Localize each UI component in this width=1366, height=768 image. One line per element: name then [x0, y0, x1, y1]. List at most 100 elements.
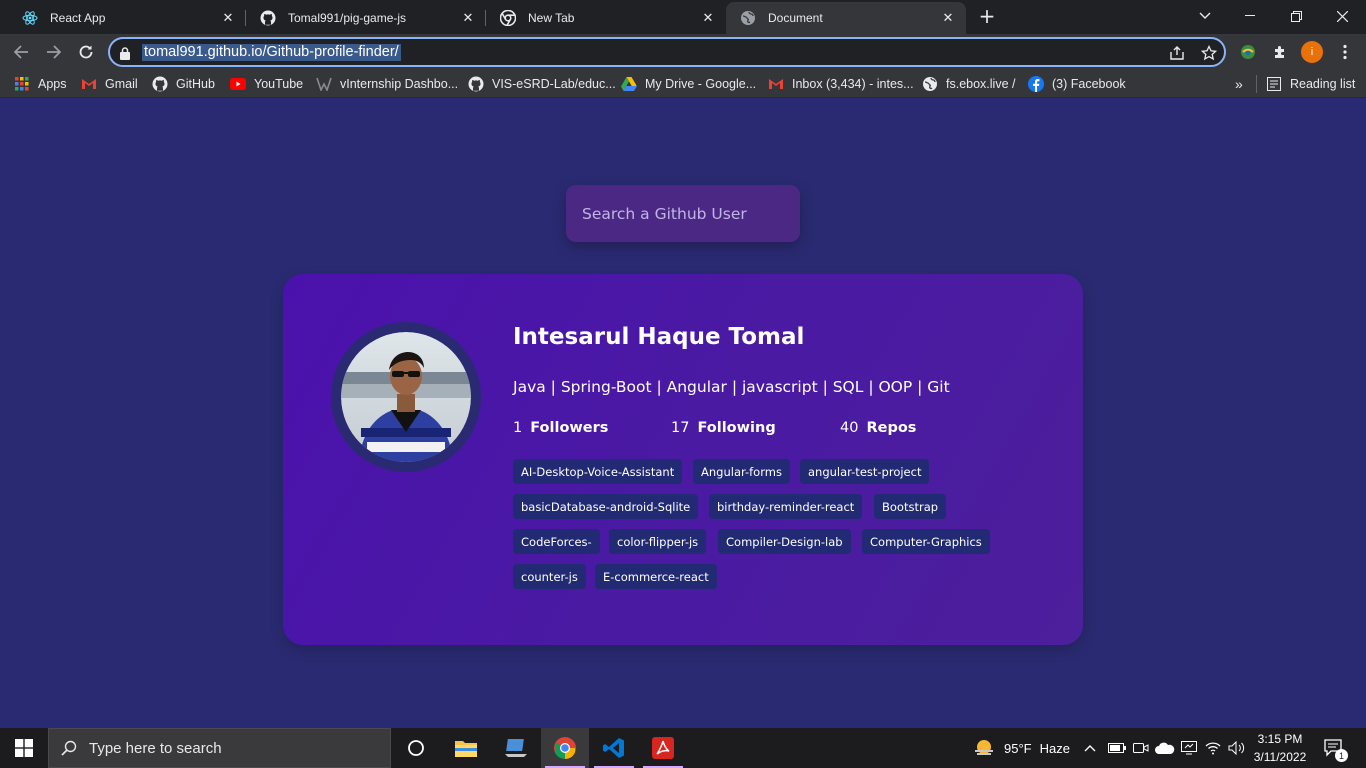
battery-icon[interactable] — [1108, 728, 1126, 768]
repos-count: 40 — [840, 420, 859, 436]
action-center-icon[interactable]: 1 — [1322, 736, 1348, 762]
bookmark-label: (3) Facebook — [1052, 77, 1126, 91]
close-tab-icon[interactable]: ✕ — [220, 10, 236, 26]
repo-tag[interactable]: Computer-Graphics — [862, 529, 990, 554]
bookmark-youtube[interactable]: YouTube — [230, 75, 303, 93]
following-count: 17 — [671, 420, 690, 436]
repo-tag[interactable]: CodeForces- — [513, 529, 600, 554]
extension-globe-icon[interactable] — [1237, 41, 1259, 63]
file-explorer-icon[interactable] — [442, 728, 490, 768]
google-drive-icon — [621, 76, 637, 92]
bookmark-label: YouTube — [254, 77, 304, 91]
menu-kebab-icon[interactable] — [1334, 41, 1356, 63]
bookmark-facebook[interactable]: (3) Facebook — [1028, 75, 1126, 93]
close-tab-icon[interactable]: ✕ — [460, 10, 476, 26]
wifi-icon[interactable] — [1205, 728, 1221, 768]
weather-condition: Haze — [1039, 740, 1070, 756]
repo-tag[interactable]: E-commerce-react — [595, 564, 717, 589]
avatar-frame — [331, 322, 481, 472]
tab-search-chevron-icon[interactable] — [1183, 0, 1227, 32]
chrome-taskbar-icon[interactable] — [541, 728, 589, 768]
globe-icon — [740, 10, 756, 26]
bookmark-vinternship[interactable]: vInternship Dashbo... — [316, 75, 458, 93]
tab-title: Document — [768, 11, 823, 25]
url-text[interactable]: tomal991.github.io/Github-profile-finder… — [142, 44, 401, 61]
bookmark-my-drive[interactable]: My Drive - Google... — [621, 75, 756, 93]
avatar — [341, 332, 471, 462]
gmail-icon — [768, 76, 784, 92]
bookmark-ebox[interactable]: fs.ebox.live / — [922, 75, 1015, 93]
close-tab-icon[interactable]: ✕ — [700, 10, 716, 26]
reading-list-label: Reading list — [1290, 77, 1356, 91]
onedrive-cloud-icon[interactable] — [1155, 728, 1175, 768]
volume-icon[interactable] — [1228, 728, 1246, 768]
profile-card: Intesarul Haque Tomal Java | Spring-Boot… — [283, 274, 1083, 645]
tab-title: New Tab — [528, 11, 575, 25]
bookmark-label: vInternship Dashbo... — [340, 77, 459, 91]
taskbar-search-placeholder: Type here to search — [89, 739, 222, 757]
new-tab-button[interactable]: + — [976, 4, 998, 28]
repo-tag[interactable]: color-flipper-js — [609, 529, 707, 554]
apps-grid-icon — [14, 76, 30, 92]
tab-document[interactable]: Document ✕ — [726, 2, 966, 34]
bookmark-gmail[interactable]: Gmail — [81, 75, 138, 93]
repo-tag[interactable]: AI-Desktop-Voice-Assistant — [513, 459, 683, 484]
windows-start-icon[interactable] — [0, 728, 48, 768]
followers-stat: 1 Followers — [513, 420, 608, 436]
repo-tag[interactable]: counter-js — [513, 564, 586, 589]
notification-count-badge: 1 — [1335, 749, 1348, 762]
bookmark-github[interactable]: GitHub — [152, 75, 215, 93]
tab-title: Tomal991/pig-game-js — [288, 11, 407, 25]
chrome-icon — [500, 10, 516, 26]
address-bar[interactable]: tomal991.github.io/Github-profile-finder… — [108, 37, 1226, 67]
weather-widget[interactable]: 95°F Haze — [972, 728, 1070, 768]
forward-arrow-icon[interactable] — [42, 40, 66, 64]
share-icon[interactable] — [1168, 44, 1186, 62]
more-bookmarks-chevron[interactable]: » — [1235, 75, 1243, 93]
repo-tag[interactable]: Angular-forms — [693, 459, 790, 484]
tab-react-app[interactable]: React App ✕ — [8, 2, 246, 34]
gmail-icon — [81, 76, 97, 92]
github-user-search-input[interactable] — [566, 185, 800, 242]
bookmark-inbox[interactable]: Inbox (3,434) - intes... — [768, 75, 914, 93]
close-window-icon[interactable] — [1320, 0, 1364, 32]
repos-stat: 40 Repos — [840, 420, 916, 436]
cortana-icon[interactable] — [392, 728, 440, 768]
github-icon — [260, 10, 276, 26]
react-icon — [22, 10, 38, 26]
clock-time: 3:15 PM — [1257, 732, 1303, 746]
repos-label: Repos — [866, 420, 917, 436]
profile-avatar[interactable]: i — [1301, 41, 1323, 63]
desktop-app-icon[interactable] — [492, 728, 540, 768]
bookmark-label: Inbox (3,434) - intes... — [792, 77, 914, 91]
lock-icon[interactable] — [120, 45, 130, 64]
bookmark-vis-esrd[interactable]: VIS-eSRD-Lab/educ... — [468, 75, 616, 93]
taskbar-search-box[interactable]: Type here to search — [48, 728, 391, 768]
repo-tag[interactable]: Bootstrap — [874, 494, 947, 519]
restore-window-icon[interactable] — [1274, 0, 1318, 32]
following-stat: 17 Following — [671, 420, 776, 436]
tab-new-tab[interactable]: New Tab ✕ — [486, 2, 726, 34]
repo-tag[interactable]: angular-test-project — [800, 459, 930, 484]
globe-icon — [922, 76, 938, 92]
acrobat-reader-icon[interactable] — [639, 728, 687, 768]
show-hidden-icons-chevron[interactable] — [1084, 728, 1096, 768]
minimize-window-icon[interactable] — [1228, 0, 1272, 32]
repo-tag[interactable]: birthday-reminder-react — [709, 494, 863, 519]
following-label: Following — [697, 420, 776, 436]
tab-pig-game[interactable]: Tomal991/pig-game-js ✕ — [246, 2, 486, 34]
bookmark-star-icon[interactable] — [1200, 44, 1218, 62]
reload-icon[interactable] — [74, 40, 98, 64]
vscode-icon[interactable] — [590, 728, 638, 768]
repo-tag[interactable]: Compiler-Design-lab — [718, 529, 851, 554]
meet-now-icon[interactable] — [1133, 728, 1149, 768]
weather-haze-icon — [972, 736, 996, 760]
close-tab-icon[interactable]: ✕ — [940, 10, 956, 26]
reading-list-button[interactable]: Reading list — [1266, 75, 1355, 93]
bookmark-apps[interactable]: Apps — [14, 75, 67, 93]
display-icon[interactable] — [1181, 728, 1197, 768]
taskbar-clock[interactable]: 3:15 PM 3/11/2022 — [1248, 730, 1312, 766]
extensions-puzzle-icon[interactable] — [1269, 41, 1291, 63]
repo-tag[interactable]: basicDatabase-android-Sqlite — [513, 494, 699, 519]
back-arrow-icon[interactable] — [9, 40, 33, 64]
